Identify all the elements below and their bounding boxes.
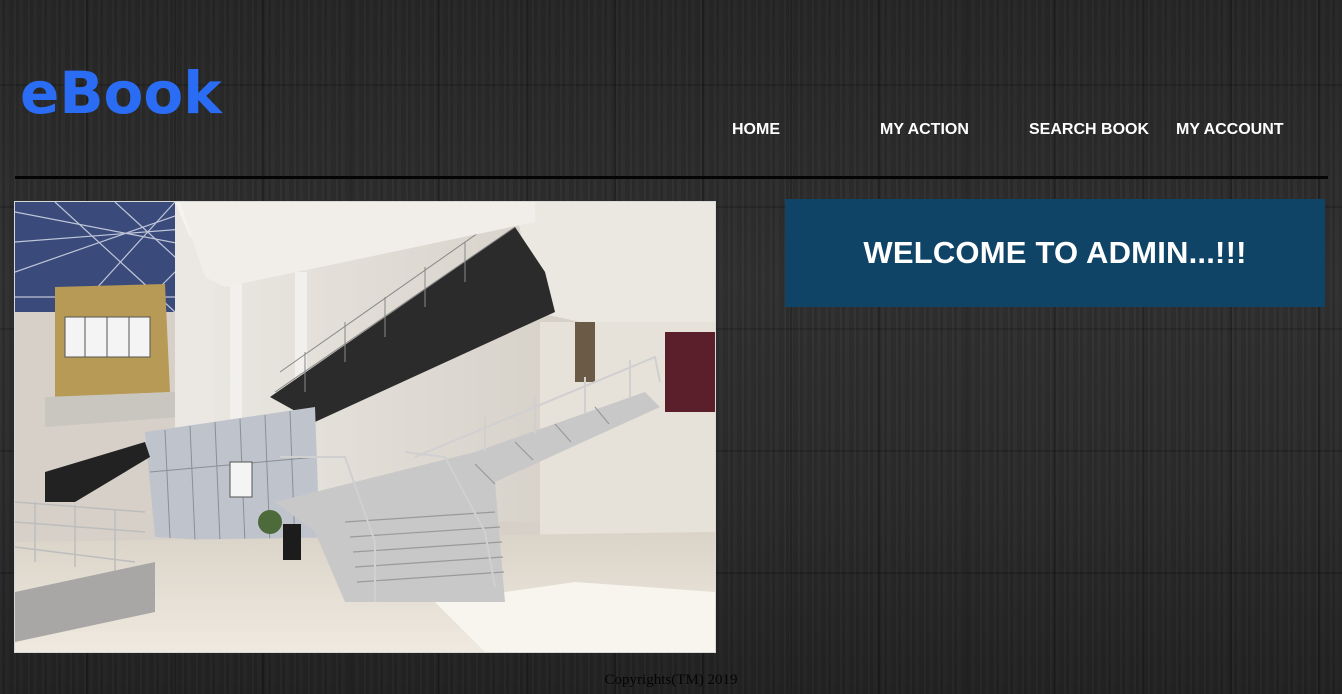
nav-home-link[interactable]: HOME <box>732 121 780 139</box>
nav-my-action-link[interactable]: MY ACTION <box>880 121 969 139</box>
main-navigation: HOME MY ACTION SEARCH BOOK MY ACCOUNT <box>0 121 1342 141</box>
footer-copyright: Copyrights(TM) 2019 <box>604 672 738 688</box>
nav-search-book-link[interactable]: SEARCH BOOK <box>1029 121 1149 139</box>
header-divider <box>15 176 1328 179</box>
nav-my-account-link[interactable]: MY ACCOUNT <box>1176 121 1284 139</box>
building-photo-illustration <box>15 202 715 652</box>
welcome-message: WELCOME TO ADMIN...!!! <box>863 235 1247 270</box>
site-logo-title: eBook <box>20 59 222 127</box>
welcome-banner: WELCOME TO ADMIN...!!! <box>785 199 1325 307</box>
building-interior-photo <box>14 201 716 653</box>
